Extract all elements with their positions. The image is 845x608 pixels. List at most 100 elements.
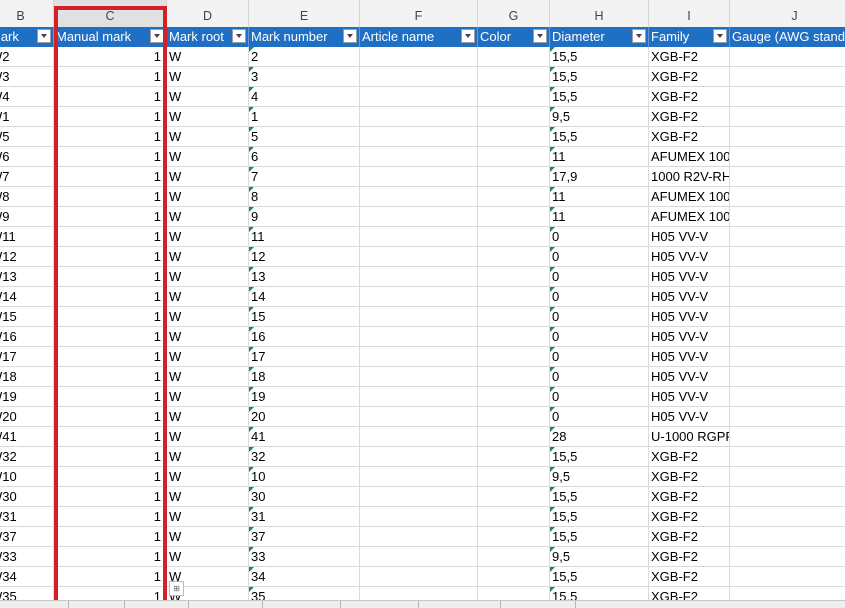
cell-b[interactable]: W1 (0, 107, 54, 126)
cell-b[interactable]: W37 (0, 527, 54, 546)
cell-e[interactable]: 4 (249, 87, 360, 106)
cell-i[interactable]: XGB-F2 (649, 567, 730, 586)
cell-c[interactable]: 1 (54, 187, 167, 206)
cell-c[interactable]: 1 (54, 287, 167, 306)
column-letter-h[interactable]: H (550, 0, 649, 27)
cell-h[interactable]: 0 (550, 227, 649, 246)
column-letter-b[interactable]: B (0, 0, 54, 27)
cell-f[interactable] (360, 187, 478, 206)
cell-d[interactable]: W (167, 187, 249, 206)
cell-e[interactable]: 3 (249, 67, 360, 86)
cell-i[interactable]: XGB-F2 (649, 547, 730, 566)
cell-i[interactable]: XGB-F2 (649, 487, 730, 506)
cell-i[interactable]: 1000 R2V-RH (649, 167, 730, 186)
cell-b[interactable]: W5 (0, 127, 54, 146)
cell-c[interactable]: 1 (54, 407, 167, 426)
cell-h[interactable]: 0 (550, 307, 649, 326)
cell-e[interactable]: 6 (249, 147, 360, 166)
cell-e[interactable]: 20 (249, 407, 360, 426)
cell-i[interactable]: H05 VV-V (649, 227, 730, 246)
cell-h[interactable]: 15,5 (550, 527, 649, 546)
column-letter-c[interactable]: C (54, 0, 167, 27)
cell-g[interactable] (478, 307, 550, 326)
cell-j[interactable] (730, 287, 845, 306)
cell-f[interactable] (360, 87, 478, 106)
cell-i[interactable]: H05 VV-V (649, 367, 730, 386)
cell-g[interactable] (478, 547, 550, 566)
cell-i[interactable]: XGB-F2 (649, 67, 730, 86)
cell-e[interactable]: 10 (249, 467, 360, 486)
cell-c[interactable]: 1 (54, 347, 167, 366)
cell-f[interactable] (360, 287, 478, 306)
cell-h[interactable]: 0 (550, 287, 649, 306)
cell-h[interactable]: 28 (550, 427, 649, 446)
cell-f[interactable] (360, 567, 478, 586)
cell-j[interactable] (730, 507, 845, 526)
cell-j[interactable] (730, 167, 845, 186)
cell-g[interactable] (478, 227, 550, 246)
cell-j[interactable] (730, 47, 845, 66)
cell-i[interactable]: XGB-F2 (649, 527, 730, 546)
cell-g[interactable] (478, 327, 550, 346)
cell-f[interactable] (360, 247, 478, 266)
filter-dropdown-icon[interactable] (713, 29, 727, 43)
sheet-tab-bar[interactable] (0, 600, 845, 608)
cell-j[interactable] (730, 187, 845, 206)
cell-i[interactable]: H05 VV-V (649, 307, 730, 326)
cell-d[interactable]: W (167, 507, 249, 526)
cell-b[interactable]: W33 (0, 547, 54, 566)
cell-d[interactable]: W (167, 127, 249, 146)
header-cell-g[interactable]: Color (478, 27, 550, 47)
cell-c[interactable]: 1 (54, 527, 167, 546)
cell-f[interactable] (360, 367, 478, 386)
header-cell-h[interactable]: Diameter (550, 27, 649, 47)
cell-d[interactable]: W (167, 307, 249, 326)
cell-e[interactable]: 7 (249, 167, 360, 186)
cell-d[interactable]: W (167, 427, 249, 446)
cell-c[interactable]: 1 (54, 227, 167, 246)
cell-b[interactable]: W17 (0, 347, 54, 366)
cell-h[interactable]: 15,5 (550, 447, 649, 466)
cell-b[interactable]: W12 (0, 247, 54, 266)
cell-c[interactable]: 1 (54, 487, 167, 506)
cell-d[interactable]: W (167, 447, 249, 466)
cell-g[interactable] (478, 107, 550, 126)
header-cell-j[interactable]: Gauge (AWG stand (730, 27, 845, 47)
cell-j[interactable] (730, 227, 845, 246)
cell-i[interactable]: XGB-F2 (649, 507, 730, 526)
cell-f[interactable] (360, 207, 478, 226)
cell-g[interactable] (478, 467, 550, 486)
cell-i[interactable]: XGB-F2 (649, 87, 730, 106)
cell-b[interactable]: W15 (0, 307, 54, 326)
cell-b[interactable]: W4 (0, 87, 54, 106)
cell-g[interactable] (478, 207, 550, 226)
filter-dropdown-icon[interactable] (533, 29, 547, 43)
cell-g[interactable] (478, 447, 550, 466)
cell-j[interactable] (730, 207, 845, 226)
cell-i[interactable]: H05 VV-V (649, 387, 730, 406)
cell-h[interactable]: 11 (550, 147, 649, 166)
cell-c[interactable]: 1 (54, 567, 167, 586)
cell-e[interactable]: 14 (249, 287, 360, 306)
cell-d[interactable]: W (167, 227, 249, 246)
cell-f[interactable] (360, 387, 478, 406)
column-letter-d[interactable]: D (167, 0, 249, 27)
cell-h[interactable]: 0 (550, 387, 649, 406)
cell-b[interactable]: W2 (0, 47, 54, 66)
cell-c[interactable]: 1 (54, 147, 167, 166)
cell-e[interactable]: 11 (249, 227, 360, 246)
cell-g[interactable] (478, 87, 550, 106)
cell-d[interactable]: W (167, 347, 249, 366)
cell-c[interactable]: 1 (54, 127, 167, 146)
column-letter-g[interactable]: G (478, 0, 550, 27)
cell-c[interactable]: 1 (54, 307, 167, 326)
cell-g[interactable] (478, 187, 550, 206)
cell-b[interactable]: W31 (0, 507, 54, 526)
cell-h[interactable]: 0 (550, 407, 649, 426)
cell-e[interactable]: 2 (249, 47, 360, 66)
filter-dropdown-icon[interactable] (232, 29, 246, 43)
cell-j[interactable] (730, 407, 845, 426)
cell-d[interactable]: W (167, 147, 249, 166)
cell-h[interactable]: 15,5 (550, 87, 649, 106)
cell-h[interactable]: 0 (550, 247, 649, 266)
